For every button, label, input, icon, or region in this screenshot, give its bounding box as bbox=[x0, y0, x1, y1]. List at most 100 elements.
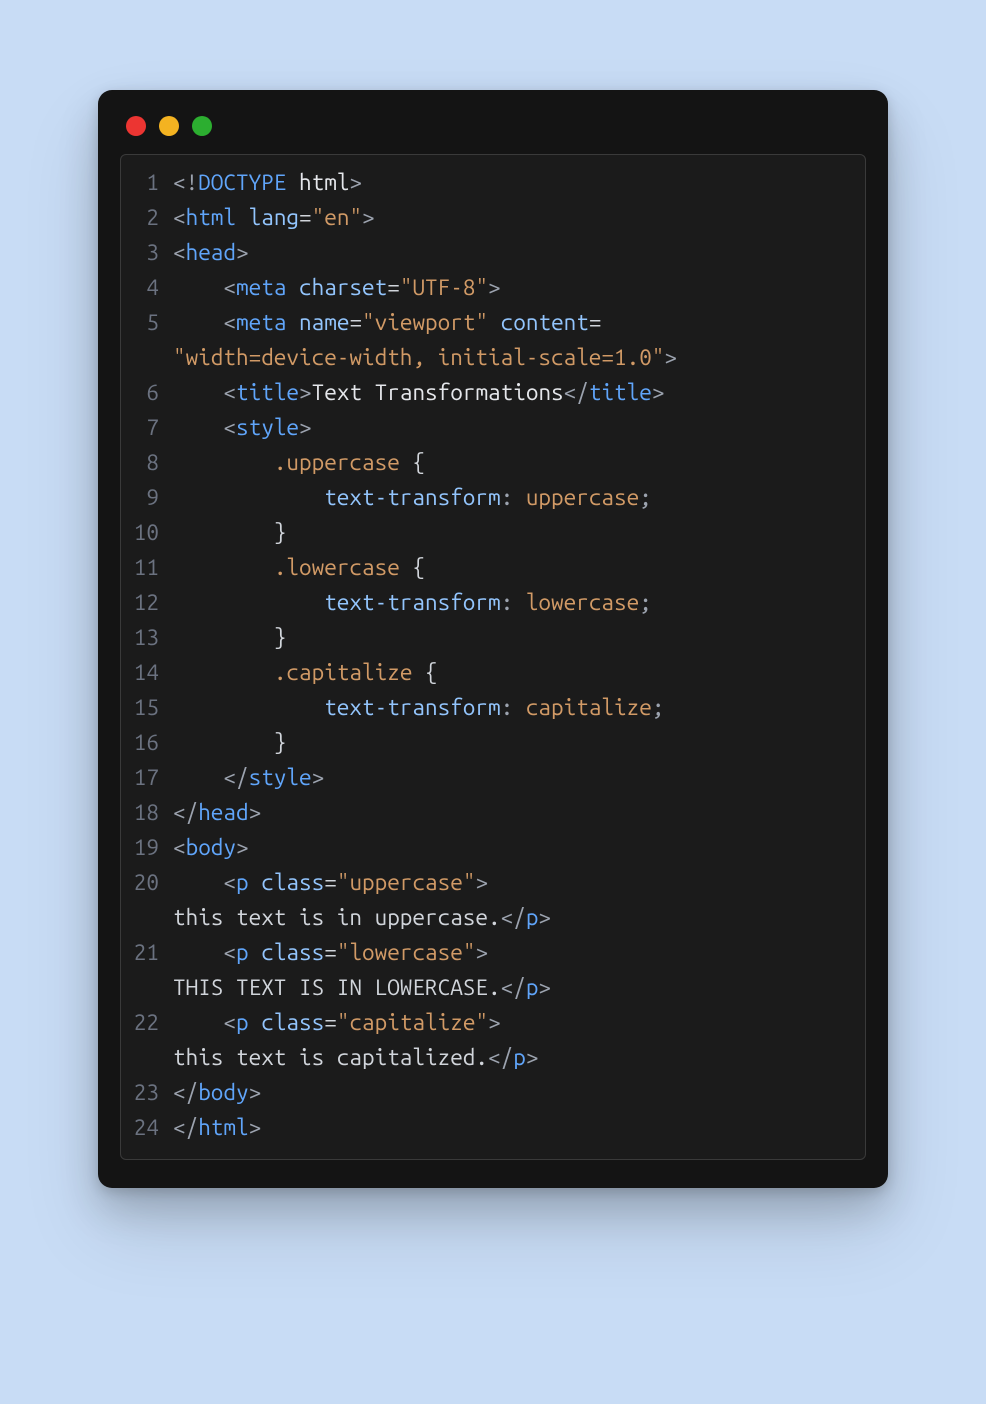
code-token: charset bbox=[299, 275, 387, 300]
code-token: > bbox=[349, 170, 362, 195]
code-token bbox=[173, 765, 223, 790]
code-token: "UTF-8" bbox=[400, 275, 488, 300]
maximize-icon[interactable] bbox=[192, 116, 212, 136]
code-token: "uppercase" bbox=[337, 870, 476, 895]
code-token: DOCTYPE bbox=[198, 170, 286, 195]
code-token: } bbox=[274, 625, 287, 650]
line-number: 10 bbox=[121, 515, 173, 550]
code-token: } bbox=[274, 520, 287, 545]
code-token bbox=[513, 590, 526, 615]
code-line: 6 <title>Text Transformations</title> bbox=[121, 375, 855, 410]
line-number: 15 bbox=[121, 690, 173, 725]
code-line: 18</head> bbox=[121, 795, 855, 830]
code-content: text-transform: capitalize; bbox=[173, 690, 855, 725]
close-icon[interactable] bbox=[126, 116, 146, 136]
code-line: 19<body> bbox=[121, 830, 855, 865]
line-number: 4 bbox=[121, 270, 173, 305]
code-token: html bbox=[299, 170, 349, 195]
code-token bbox=[173, 520, 274, 545]
code-token: > bbox=[236, 835, 249, 860]
code-token: { bbox=[412, 555, 425, 580]
line-number: 5 bbox=[121, 305, 173, 340]
line-number: 6 bbox=[121, 375, 173, 410]
code-token: < bbox=[223, 415, 236, 440]
code-content: <p class="uppercase"> bbox=[173, 865, 855, 900]
code-token: </ bbox=[173, 1080, 198, 1105]
code-token: meta bbox=[236, 310, 286, 335]
code-content: } bbox=[173, 620, 855, 655]
code-content: <!DOCTYPE html> bbox=[173, 165, 855, 200]
code-token: .lowercase bbox=[274, 555, 400, 580]
code-token bbox=[249, 1010, 262, 1035]
code-token: > bbox=[538, 975, 551, 1000]
code-token: : bbox=[501, 695, 514, 720]
code-token: title bbox=[236, 380, 299, 405]
code-token bbox=[173, 590, 324, 615]
code-token: uppercase bbox=[526, 485, 639, 510]
code-token: = bbox=[387, 275, 400, 300]
code-token: = bbox=[589, 310, 602, 335]
code-token: > bbox=[249, 1080, 262, 1105]
code-line: 14 .capitalize { bbox=[121, 655, 855, 690]
code-line: 23</body> bbox=[121, 1075, 855, 1110]
code-content: "width=device-width, initial-scale=1.0"> bbox=[173, 340, 855, 375]
code-token bbox=[173, 660, 274, 685]
code-token: > bbox=[652, 380, 665, 405]
code-line: 22 <p class="capitalize"> bbox=[121, 1005, 855, 1040]
code-token: style bbox=[236, 415, 299, 440]
code-token bbox=[173, 450, 274, 475]
code-token: </ bbox=[173, 1115, 198, 1140]
code-token: = bbox=[324, 870, 337, 895]
code-token: body bbox=[186, 835, 236, 860]
code-token: capitalize bbox=[526, 695, 652, 720]
code-token bbox=[173, 555, 274, 580]
code-token: < bbox=[173, 835, 186, 860]
code-token: p bbox=[526, 905, 539, 930]
code-token: < bbox=[173, 240, 186, 265]
code-token: p bbox=[513, 1045, 526, 1070]
code-token: "en" bbox=[312, 205, 362, 230]
code-content: THIS TEXT IS IN LOWERCASE.</p> bbox=[173, 970, 855, 1005]
code-token bbox=[173, 870, 223, 895]
code-token: { bbox=[412, 450, 425, 475]
code-token: > bbox=[526, 1045, 539, 1070]
code-token bbox=[400, 555, 413, 580]
code-line-wrap: THIS TEXT IS IN LOWERCASE.</p> bbox=[121, 970, 855, 1005]
code-token: html bbox=[186, 205, 236, 230]
code-token: class bbox=[261, 940, 324, 965]
code-token: > bbox=[249, 1115, 262, 1140]
code-token: < bbox=[223, 310, 236, 335]
code-token: "lowercase" bbox=[337, 940, 476, 965]
code-line: 7 <style> bbox=[121, 410, 855, 445]
code-token: THIS TEXT IS IN LOWERCASE. bbox=[173, 975, 501, 1000]
code-line: 16 } bbox=[121, 725, 855, 760]
code-token: this text is capitalized. bbox=[173, 1045, 488, 1070]
code-line: 9 text-transform: uppercase; bbox=[121, 480, 855, 515]
code-token: > bbox=[362, 205, 375, 230]
code-token: style bbox=[249, 765, 312, 790]
code-content: } bbox=[173, 515, 855, 550]
window-titlebar bbox=[98, 90, 888, 154]
code-token: class bbox=[261, 1010, 324, 1035]
code-content: this text is capitalized.</p> bbox=[173, 1040, 855, 1075]
code-token: < bbox=[223, 1010, 236, 1035]
code-token: .uppercase bbox=[274, 450, 400, 475]
code-token bbox=[173, 1010, 223, 1035]
code-token bbox=[173, 310, 223, 335]
code-line: 1<!DOCTYPE html> bbox=[121, 165, 855, 200]
line-number: 19 bbox=[121, 830, 173, 865]
code-line: 12 text-transform: lowercase; bbox=[121, 585, 855, 620]
line-number: 14 bbox=[121, 655, 173, 690]
code-editor[interactable]: 1<!DOCTYPE html>2<html lang="en">3<head>… bbox=[120, 154, 866, 1160]
code-token: "capitalize" bbox=[337, 1010, 488, 1035]
code-content: <meta charset="UTF-8"> bbox=[173, 270, 855, 305]
code-token: > bbox=[538, 905, 551, 930]
code-token: = bbox=[324, 940, 337, 965]
code-token: content bbox=[501, 310, 589, 335]
code-token: > bbox=[475, 870, 488, 895]
code-token: class bbox=[261, 870, 324, 895]
code-content: </html> bbox=[173, 1110, 855, 1145]
code-token: </ bbox=[173, 800, 198, 825]
minimize-icon[interactable] bbox=[159, 116, 179, 136]
line-number: 1 bbox=[121, 165, 173, 200]
